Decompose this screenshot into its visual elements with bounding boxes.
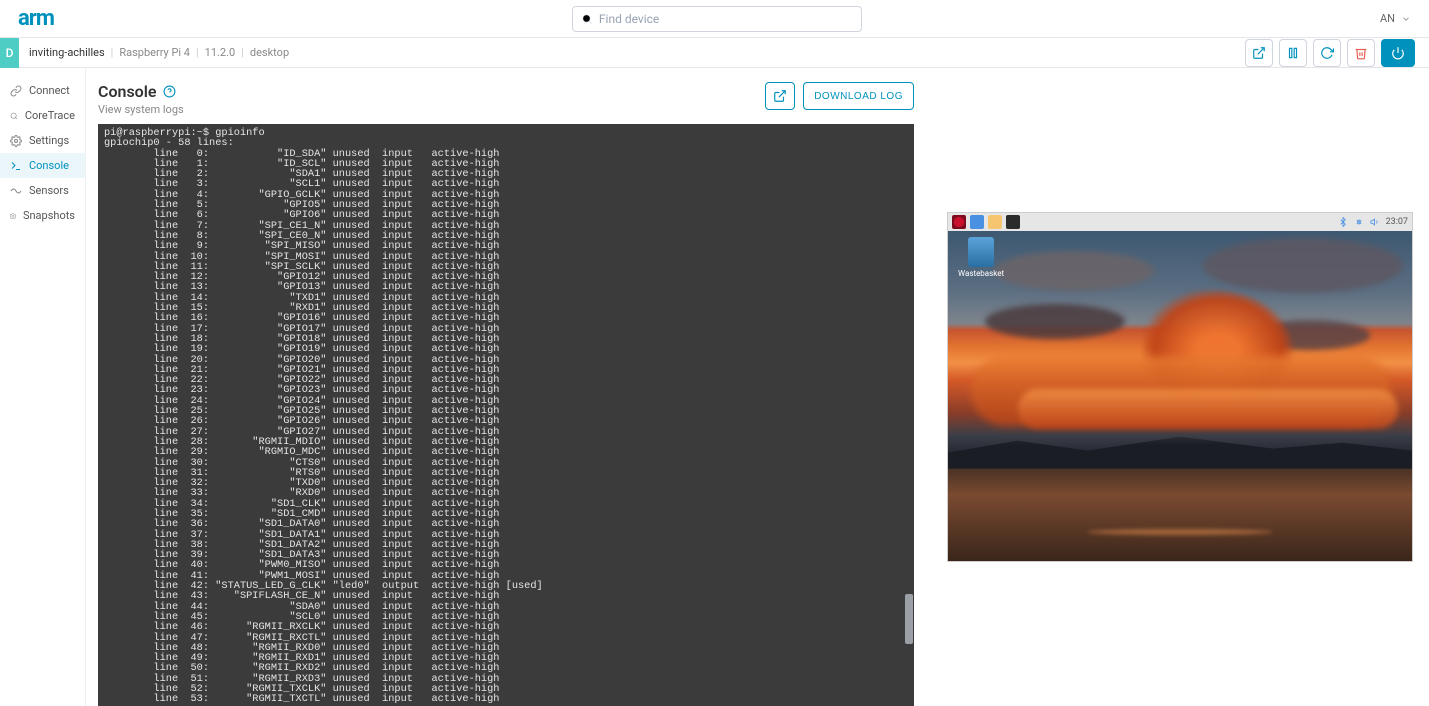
sidebar-item-snapshots[interactable]: Snapshots xyxy=(0,203,85,228)
power-button[interactable] xyxy=(1381,39,1415,67)
vnc-desktop[interactable]: Wastebasket xyxy=(948,231,1412,561)
sidebar-item-label: Connect xyxy=(29,84,70,97)
vnc-taskbar[interactable]: 23:07 xyxy=(948,213,1412,231)
vnc-clock: 23:07 xyxy=(1386,217,1408,227)
chevron-down-icon xyxy=(1401,14,1411,24)
device-badge: D xyxy=(0,38,19,68)
breadcrumb: inviting-achilles | Raspberry Pi 4 | 11.… xyxy=(19,46,289,59)
wastebasket-icon xyxy=(968,237,994,267)
wastebasket[interactable]: Wastebasket xyxy=(958,237,1004,278)
device-preview: 23:07 Wastebasket xyxy=(930,68,1429,706)
page-title: Console xyxy=(98,82,184,101)
raspberry-icon[interactable] xyxy=(952,215,966,229)
crumb-mode: desktop xyxy=(250,46,289,59)
open-external-icon xyxy=(1252,46,1266,60)
crumb-model: Raspberry Pi 4 xyxy=(119,46,190,59)
terminal-icon[interactable] xyxy=(1006,215,1020,229)
sidebar-item-label: Snapshots xyxy=(23,209,75,222)
sidebar-item-label: CoreTrace xyxy=(25,109,75,122)
refresh-icon xyxy=(1320,46,1334,60)
pause-icon xyxy=(1286,46,1300,60)
logo[interactable]: arm xyxy=(18,6,54,31)
sidebar-item-settings[interactable]: Settings xyxy=(0,128,85,153)
pause-button[interactable] xyxy=(1279,39,1307,67)
refresh-button[interactable] xyxy=(1313,39,1341,67)
sidebar-item-label: Sensors xyxy=(29,184,69,197)
trash-icon xyxy=(1354,46,1368,60)
sidebar-item-label: Settings xyxy=(29,134,69,147)
open-external-button[interactable] xyxy=(1245,39,1273,67)
download-log-button[interactable]: DOWNLOAD LOG xyxy=(803,82,914,110)
search-input[interactable]: Find device xyxy=(572,6,862,32)
wastebasket-label: Wastebasket xyxy=(958,269,1004,278)
bluetooth-icon[interactable] xyxy=(1338,217,1348,227)
vnc-screen[interactable]: 23:07 Wastebasket xyxy=(948,213,1412,561)
help-icon[interactable] xyxy=(163,85,176,98)
sidebar-item-console[interactable]: Console xyxy=(0,153,85,178)
sidebar-item-coretrace[interactable]: CoreTrace xyxy=(0,103,85,128)
network-icon[interactable] xyxy=(1354,217,1364,227)
search-icon xyxy=(581,13,593,25)
volume-icon[interactable] xyxy=(1370,217,1380,227)
crumb-version: 11.2.0 xyxy=(205,46,236,59)
sidebar-item-sensors[interactable]: Sensors xyxy=(0,178,85,203)
files-icon[interactable] xyxy=(988,215,1002,229)
open-external-icon xyxy=(773,89,787,103)
crumb-device[interactable]: inviting-achilles xyxy=(29,46,105,59)
sidebar-item-label: Console xyxy=(29,159,69,172)
page-subtitle: View system logs xyxy=(98,103,184,116)
terminal[interactable]: pi@raspberrypi:~$ gpioinfo gpiochip0 - 5… xyxy=(98,124,904,706)
delete-button[interactable] xyxy=(1347,39,1375,67)
sidebar-item-connect[interactable]: Connect xyxy=(0,78,85,103)
power-icon xyxy=(1391,46,1405,60)
user-initials: AN xyxy=(1380,12,1395,25)
terminal-scrollbar[interactable] xyxy=(904,124,914,706)
open-console-external-button[interactable] xyxy=(765,82,795,110)
browser-icon[interactable] xyxy=(970,215,984,229)
search-placeholder: Find device xyxy=(599,12,659,26)
user-menu[interactable]: AN xyxy=(1380,12,1411,25)
sidebar: Connect CoreTrace Settings Console Sensors Sn… xyxy=(0,68,86,706)
